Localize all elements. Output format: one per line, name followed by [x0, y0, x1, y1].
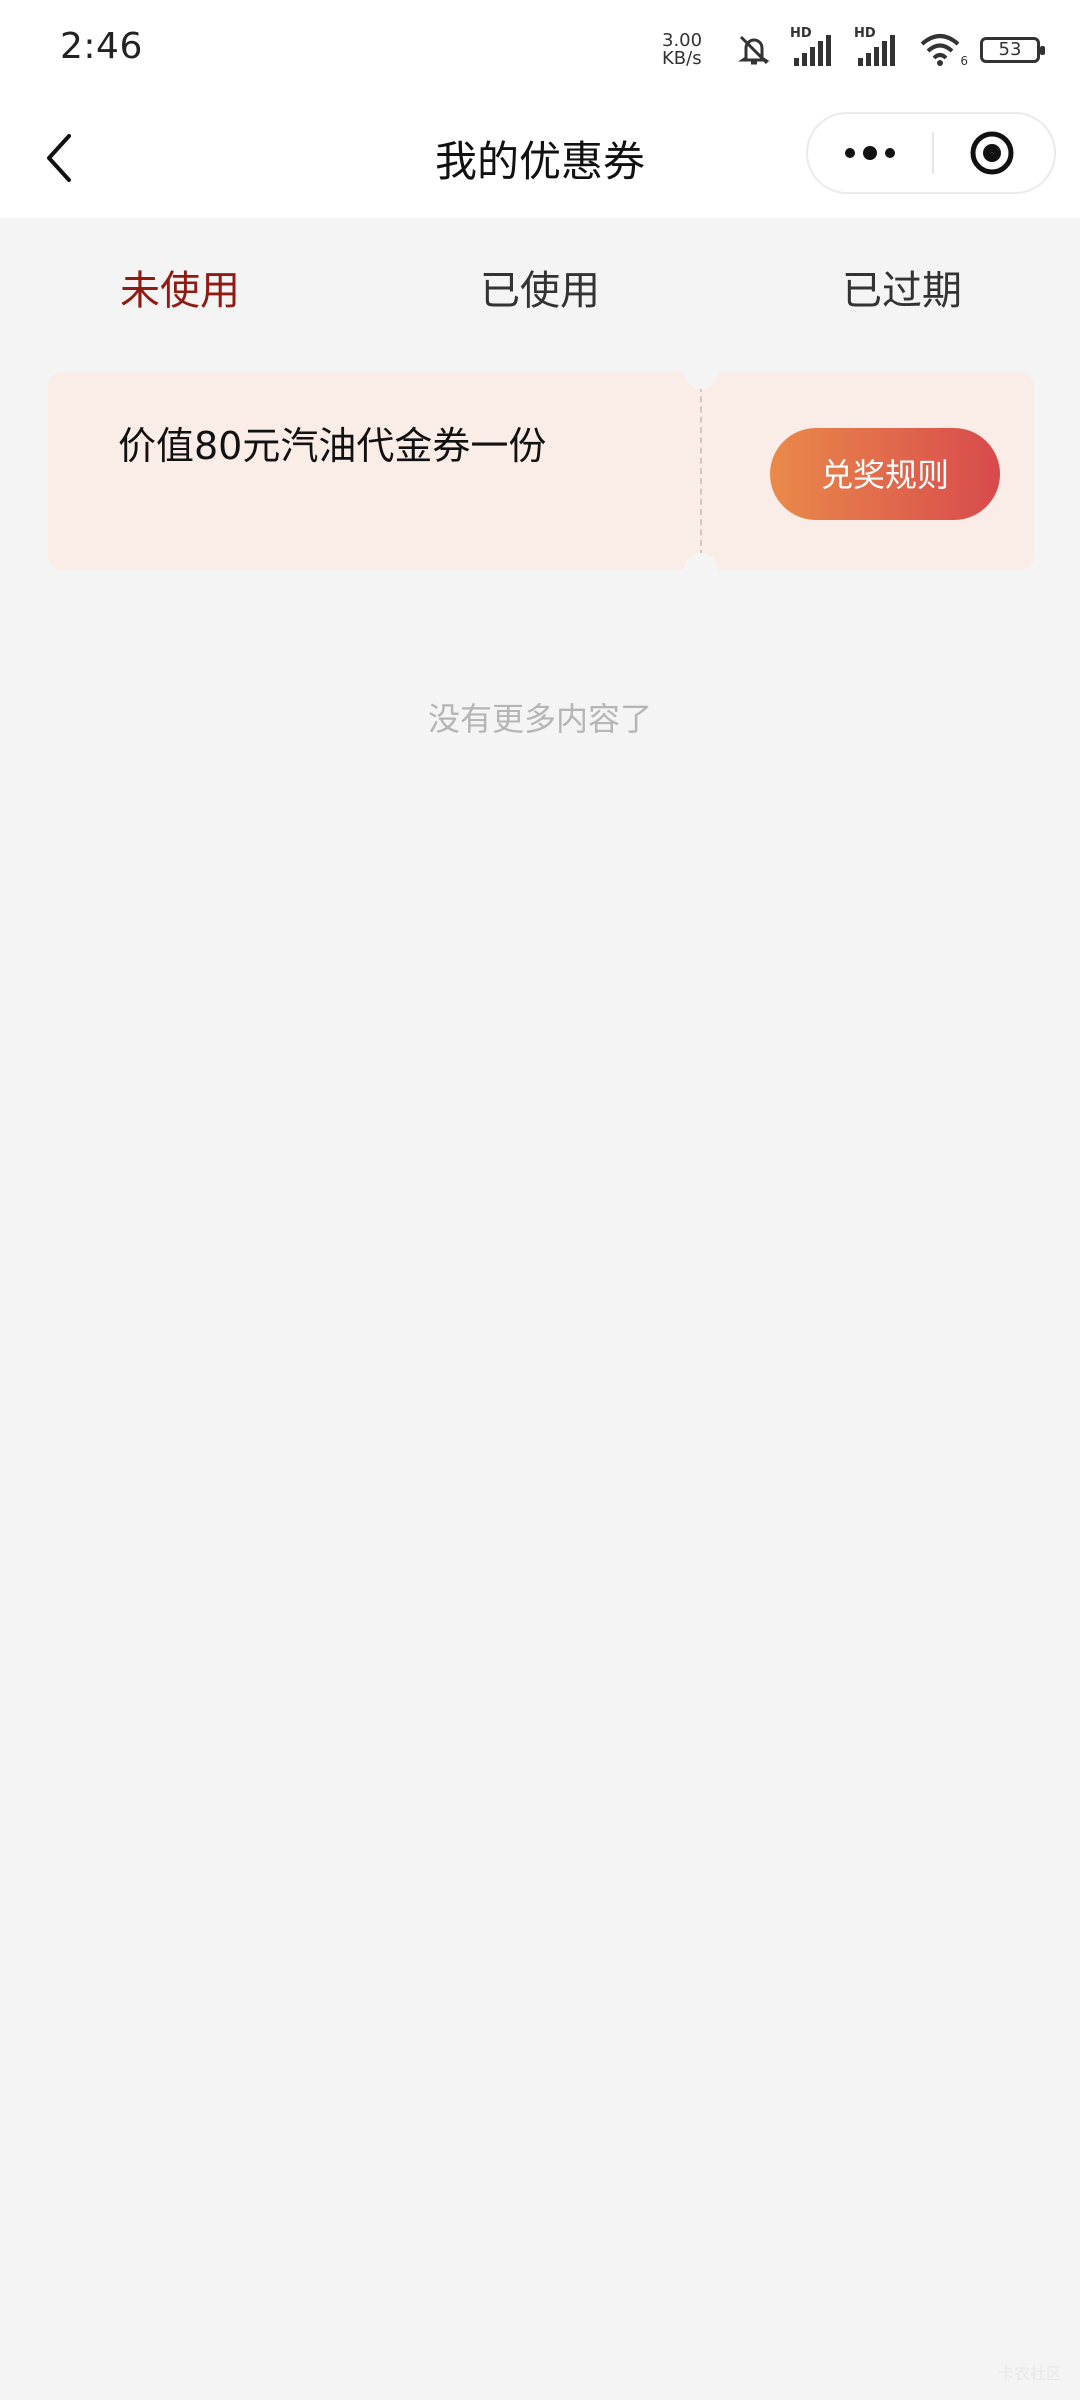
- coupon-card: 价值80元汽油代金券一份 兑奖规则: [48, 355, 1034, 587]
- coupon-notch-bottom: [684, 553, 718, 587]
- no-more-content-hint: 没有更多内容了: [427, 700, 652, 738]
- tab-expired[interactable]: 已过期: [752, 258, 1052, 316]
- bell-muted-icon: [736, 32, 772, 68]
- more-dots-icon: [844, 145, 896, 161]
- battery-icon: 53: [980, 37, 1045, 63]
- status-time: 2:46: [60, 26, 143, 67]
- network-speed: 3.00 KB/s: [662, 32, 718, 68]
- signal-icon: HD: [854, 26, 900, 68]
- more-button[interactable]: [808, 114, 932, 192]
- close-miniprogram-button[interactable]: [930, 114, 1054, 192]
- coupon-notch-top: [684, 355, 718, 389]
- redeem-rules-button[interactable]: 兑奖规则: [770, 428, 1000, 520]
- signal-icon: HD: [790, 26, 836, 68]
- miniprogram-capsule: [806, 112, 1056, 194]
- coupon-dashed-separator: [700, 386, 702, 556]
- target-circle-icon: [968, 129, 1016, 177]
- tab-used[interactable]: 已使用: [390, 258, 690, 316]
- status-bar: 2:46 3.00 KB/s HD HD 6 53: [0, 0, 1080, 100]
- signal-hd-label: HD: [854, 26, 876, 41]
- network-speed-unit: KB/s: [662, 48, 702, 69]
- navigation-bar: 我的优惠券: [0, 100, 1080, 218]
- wifi-icon: 6: [918, 32, 968, 68]
- wifi-badge: 6: [960, 54, 968, 68]
- coupon-title: 价值80元汽油代金券一份: [118, 424, 547, 468]
- tab-unused[interactable]: 未使用: [30, 258, 330, 316]
- status-icons: 3.00 KB/s HD HD 6 53: [662, 26, 1045, 72]
- signal-hd-label: HD: [790, 26, 812, 41]
- watermark: 卡农社区: [997, 2364, 1062, 2383]
- coupon-tabs: 未使用 已使用 已过期: [0, 218, 1080, 348]
